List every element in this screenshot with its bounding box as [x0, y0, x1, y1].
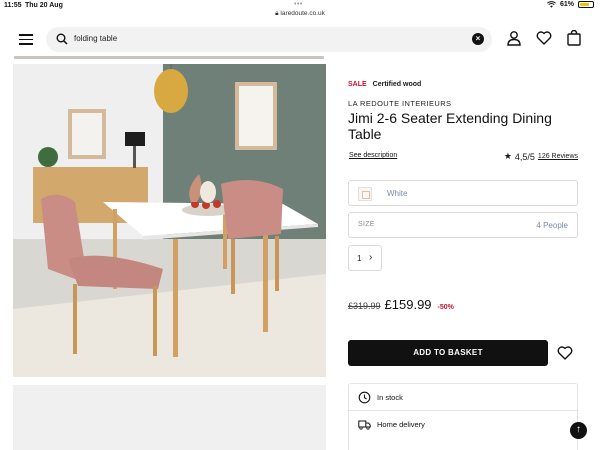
clear-icon[interactable]: ×: [472, 33, 484, 45]
status-time: 11:55: [4, 2, 22, 9]
menu-icon[interactable]: [19, 34, 33, 45]
site-header: folding table ×: [0, 22, 600, 56]
delivery-method: Home delivery: [377, 420, 425, 429]
old-price: £319.99: [348, 301, 381, 311]
search-bar[interactable]: folding table ×: [46, 27, 492, 52]
status-date: Thu 20 Aug: [25, 2, 63, 9]
image-strip-divider: [14, 56, 324, 59]
multitask-dots-icon[interactable]: •••: [294, 1, 303, 8]
quantity-selector[interactable]: 1 ›: [348, 245, 382, 271]
stock-row: In stock: [349, 384, 579, 411]
discount-badge: -50%: [437, 304, 454, 311]
size-label: SIZE: [358, 221, 375, 228]
product-secondary-image[interactable]: [13, 385, 326, 450]
heart-icon[interactable]: [536, 30, 552, 46]
search-icon: [56, 33, 68, 45]
dining-room-photo: [13, 64, 326, 377]
battery-percent: 61%: [559, 1, 574, 8]
delivery-row: Home delivery: [349, 411, 579, 438]
bag-icon[interactable]: [566, 30, 582, 46]
wishlist-heart-icon[interactable]: [557, 345, 573, 361]
battery-icon: [578, 1, 594, 8]
add-to-basket-button[interactable]: ADD TO BASKET: [348, 340, 548, 366]
availability-box: In stock Home delivery: [348, 383, 579, 450]
see-description-link[interactable]: See description: [349, 152, 397, 159]
color-selector[interactable]: White: [348, 180, 578, 206]
brand-name[interactable]: LA REDOUTE INTERIEURS: [348, 99, 451, 108]
certified-wood-badge: Certified wood: [372, 81, 422, 88]
chevron-right-icon: ›: [369, 252, 373, 263]
scroll-to-top-button[interactable]: ↑: [570, 422, 587, 439]
product-badges: SALE Certified wood: [348, 81, 421, 88]
product-title: Jimi 2-6 Seater Extending Dining Table: [348, 110, 552, 142]
status-bar: 11:55 Thu 20 Aug ••• 🔒︎ laredoute.co.uk …: [0, 0, 600, 17]
product-main-image[interactable]: [13, 64, 326, 377]
lock-icon: 🔒︎: [275, 10, 279, 17]
rating-score: 4,5/5: [514, 151, 535, 162]
address-bar-url[interactable]: 🔒︎ laredoute.co.uk: [0, 10, 600, 18]
wifi-icon: [547, 1, 556, 8]
size-value: 4 People: [536, 221, 568, 230]
star-icon: ★: [503, 151, 512, 161]
search-input[interactable]: folding table: [74, 34, 117, 43]
stock-status: In stock: [377, 393, 403, 402]
size-selector[interactable]: SIZE 4 People: [348, 212, 578, 238]
current-price: £159.99: [384, 297, 432, 312]
color-value: White: [387, 189, 408, 198]
clock-icon: [358, 391, 371, 404]
status-right: 61%: [547, 1, 594, 8]
rating[interactable]: ★ 4,5/5 126 Reviews: [504, 151, 578, 162]
truck-icon: [358, 420, 371, 430]
url-text: laredoute.co.uk: [280, 10, 325, 17]
color-swatch-icon: [358, 187, 372, 201]
price-block: £319.99 £159.99 -50%: [348, 297, 454, 312]
account-icon[interactable]: [506, 30, 522, 46]
reviews-link[interactable]: 126 Reviews: [538, 153, 578, 160]
sale-badge: SALE: [348, 81, 367, 88]
quantity-value: 1: [357, 254, 362, 263]
